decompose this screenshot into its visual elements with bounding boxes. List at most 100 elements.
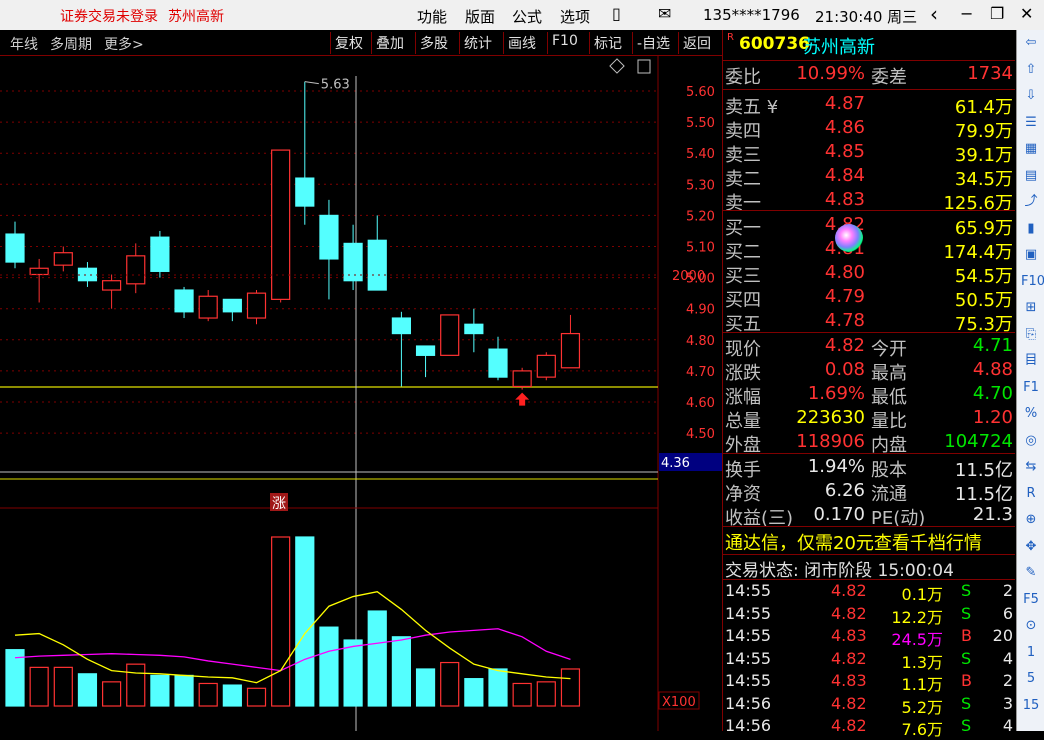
candle[interactable] bbox=[391, 311, 411, 387]
sidebar-tool-icon[interactable]: ☰ bbox=[1021, 113, 1041, 133]
candle[interactable] bbox=[440, 314, 460, 356]
btn-adjust[interactable]: 复权 bbox=[330, 32, 367, 54]
sidebar-tool-icon[interactable]: ▦ bbox=[1021, 139, 1041, 159]
candle[interactable] bbox=[560, 314, 581, 369]
sidebar-tool-icon[interactable]: F5 bbox=[1021, 590, 1041, 610]
btn-multi-stock[interactable]: 多股 bbox=[415, 32, 452, 54]
account-id[interactable]: 135****1796 bbox=[703, 6, 800, 24]
back-icon[interactable]: ‹ bbox=[930, 2, 938, 26]
sidebar-tool-icon[interactable]: ⇧ bbox=[1021, 60, 1041, 80]
sidebar-tool-icon[interactable]: ⇆ bbox=[1021, 457, 1041, 477]
ask-volume: 125.6万 bbox=[943, 193, 1013, 214]
phone-icon[interactable]: ▯ bbox=[612, 4, 621, 23]
candle[interactable] bbox=[246, 290, 267, 325]
candle[interactable] bbox=[295, 81, 315, 225]
candle[interactable] bbox=[271, 149, 291, 303]
sidebar-tool-icon[interactable]: ▤ bbox=[1021, 166, 1041, 186]
candle-body bbox=[150, 236, 170, 272]
restore-icon[interactable]: ❐ bbox=[990, 4, 1004, 23]
menu-function[interactable]: 功能 bbox=[417, 6, 447, 27]
candle[interactable] bbox=[367, 215, 387, 291]
btn-f10[interactable]: F10 bbox=[547, 32, 582, 54]
sidebar-tool-icon[interactable]: F10 bbox=[1021, 272, 1044, 292]
stock-header[interactable]: R 600736 苏州高新 bbox=[723, 32, 1015, 58]
candle[interactable] bbox=[488, 336, 508, 381]
candle[interactable] bbox=[222, 298, 242, 322]
btn-draw-line[interactable]: 画线 bbox=[503, 32, 540, 54]
login-status[interactable]: 证券交易未登录 苏州高新 bbox=[60, 6, 234, 26]
stat-value: 0.08 bbox=[824, 359, 865, 380]
promo-banner[interactable]: 通达信，仅需20元查看千档行情 bbox=[723, 529, 1015, 554]
btn-overlay[interactable]: 叠加 bbox=[371, 32, 408, 54]
sidebar-tool-icon[interactable]: F1 bbox=[1021, 378, 1041, 398]
stat-label: 最高 bbox=[871, 363, 907, 384]
bid-level[interactable]: 买二4.81174.4万 bbox=[723, 238, 1015, 263]
sidebar-tool-icon[interactable]: ⊕ bbox=[1021, 510, 1041, 530]
candle[interactable] bbox=[512, 367, 532, 390]
sidebar-tool-icon[interactable]: 目 bbox=[1021, 351, 1041, 371]
sidebar-tool-icon[interactable]: ⊙ bbox=[1021, 616, 1041, 636]
sidebar-tool-icon[interactable]: ⊞ bbox=[1021, 298, 1041, 318]
bid-level[interactable]: 买一4.8265.9万 bbox=[723, 214, 1015, 239]
candle[interactable] bbox=[174, 286, 194, 319]
candle-body bbox=[295, 177, 315, 207]
btn-return[interactable]: 返回 bbox=[678, 32, 715, 54]
btn-year-line[interactable]: 年线 bbox=[10, 34, 38, 54]
bid-level[interactable]: 买四 4.79 50.5万 bbox=[723, 286, 1015, 311]
stat-value: 118906 bbox=[796, 431, 865, 452]
candle[interactable] bbox=[464, 308, 484, 353]
btn-remove-watchlist[interactable]: -自选 bbox=[632, 32, 674, 54]
ask-level[interactable]: 卖二 4.84 34.5万 bbox=[723, 165, 1015, 190]
sidebar-tool-icon[interactable]: R bbox=[1021, 484, 1041, 504]
candle[interactable] bbox=[343, 224, 363, 291]
btn-multi-period[interactable]: 多周期 bbox=[50, 34, 92, 54]
btn-mark[interactable]: 标记 bbox=[589, 32, 626, 54]
candle[interactable] bbox=[29, 258, 49, 303]
candle-body bbox=[560, 332, 581, 369]
candle[interactable] bbox=[5, 221, 25, 269]
tick-count: 20 bbox=[992, 626, 1013, 645]
sidebar-tool-icon[interactable]: ✎ bbox=[1021, 563, 1041, 583]
sidebar-tool-icon[interactable]: ⇦ bbox=[1021, 33, 1041, 53]
floating-orb-icon[interactable] bbox=[835, 224, 863, 252]
sidebar-tool-icon[interactable]: 1 bbox=[1021, 643, 1041, 663]
candle[interactable] bbox=[53, 246, 73, 272]
sidebar-tool-icon[interactable]: ▮ bbox=[1021, 219, 1041, 239]
minimize-icon[interactable]: − bbox=[960, 4, 973, 23]
bid-label: 买二 bbox=[725, 242, 761, 263]
menu-layout[interactable]: 版面 bbox=[465, 6, 495, 27]
sidebar-tool-icon[interactable]: ⎘ bbox=[1021, 325, 1041, 345]
btn-statistics[interactable]: 统计 bbox=[459, 32, 496, 54]
menu-options[interactable]: 选项 bbox=[560, 6, 590, 27]
sidebar-tool-icon[interactable]: ⤴ bbox=[1021, 192, 1041, 212]
fundamental-value: 6.26 bbox=[824, 480, 865, 501]
message-icon[interactable]: ✉ bbox=[658, 4, 671, 23]
tick-row: 14:55 4.82 12.2万 S 6 bbox=[723, 604, 1015, 627]
close-icon[interactable]: ✕ bbox=[1020, 4, 1033, 23]
kline-chart-area[interactable]: 5.60 5.50 5.40 5.30 5.20 5.10 5.00 4.90 4.80 4.70… bbox=[0, 56, 722, 731]
sidebar-tool-icon[interactable]: ▣ bbox=[1021, 245, 1041, 265]
sidebar-tool-icon[interactable]: % bbox=[1021, 404, 1041, 424]
menu-formula[interactable]: 公式 bbox=[512, 6, 542, 27]
candle[interactable] bbox=[77, 262, 98, 287]
bid-level[interactable]: 买三 4.80 54.5万 bbox=[723, 262, 1015, 287]
ask-level[interactable]: 卖五 ¥ 4.87 61.4万 bbox=[723, 93, 1015, 118]
bid-level[interactable]: 买五 4.78 75.3万 bbox=[723, 310, 1015, 335]
tick-count: 2 bbox=[1002, 671, 1013, 690]
ask-level[interactable]: 卖三 4.85 39.1万 bbox=[723, 141, 1015, 166]
sidebar-tool-icon[interactable]: ◎ bbox=[1021, 431, 1041, 451]
candle[interactable] bbox=[126, 243, 146, 294]
candle[interactable] bbox=[415, 345, 436, 378]
candle[interactable] bbox=[319, 199, 339, 300]
sidebar-tool-icon[interactable]: 5 bbox=[1021, 669, 1041, 689]
candle[interactable] bbox=[198, 290, 218, 322]
sidebar-tool-icon[interactable]: ✥ bbox=[1021, 537, 1041, 557]
sidebar-tool-icon[interactable]: 15 bbox=[1021, 696, 1041, 716]
kline-chart[interactable]: 5.605.505.405.305.205.105.004.904.804.70… bbox=[0, 56, 722, 731]
sidebar-tool-icon[interactable]: ⇩ bbox=[1021, 86, 1041, 106]
candle[interactable] bbox=[150, 230, 170, 278]
candle[interactable] bbox=[536, 352, 556, 381]
candle[interactable] bbox=[101, 274, 122, 309]
ask-level[interactable]: 卖四 4.86 79.9万 bbox=[723, 117, 1015, 142]
btn-more[interactable]: 更多> bbox=[104, 34, 144, 54]
